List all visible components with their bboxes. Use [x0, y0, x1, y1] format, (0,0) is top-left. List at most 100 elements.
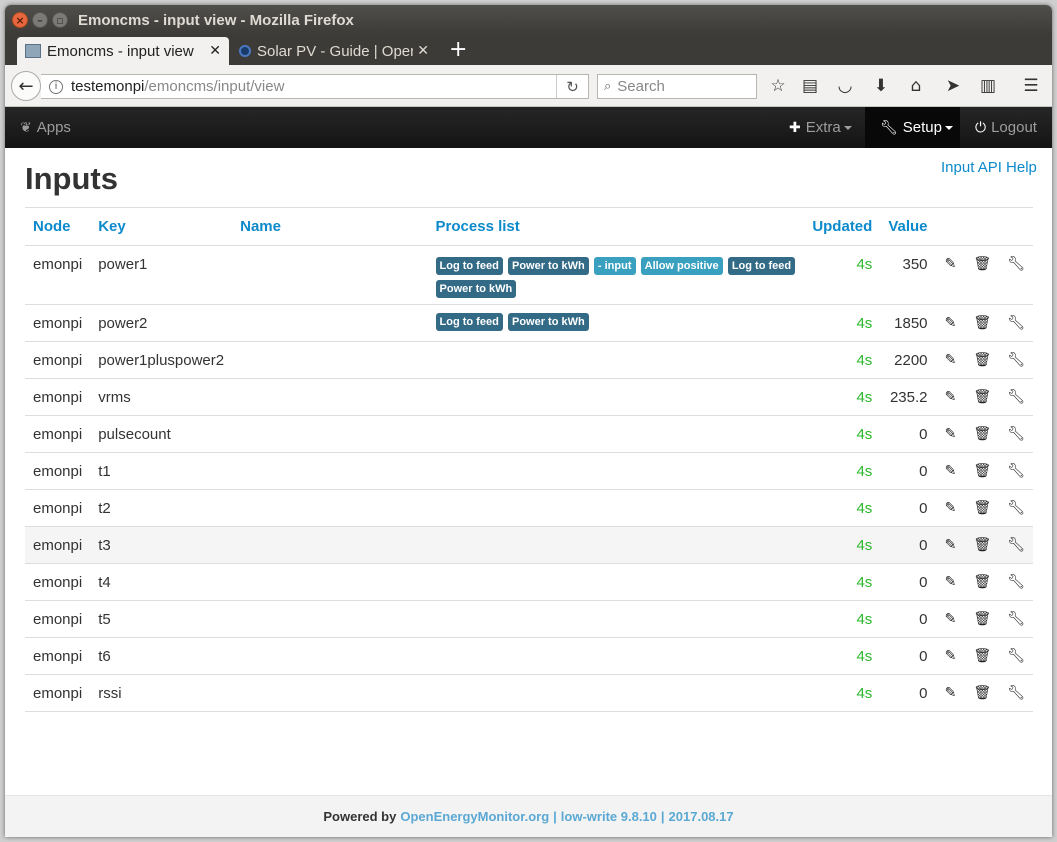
nav-apps[interactable]: ❦ Apps [20, 107, 71, 148]
cell-value: 0 [880, 563, 936, 601]
app-navbar: ❦ Apps ✚ Extra 🔧︎ Setup ⏻ Logout [5, 107, 1052, 148]
edit-pencil-icon[interactable]: ✎ [935, 378, 966, 416]
tab-close-icon[interactable]: ✕ [417, 43, 429, 59]
download-icon[interactable]: ⬇ [869, 75, 893, 97]
configure-wrench-icon[interactable]: 🔧︎ [999, 526, 1033, 564]
table-row[interactable]: emonpi power1 Log to feed Power to kWh - i… [25, 245, 1033, 305]
process-badge: Power to kWh [435, 280, 517, 298]
tab-close-icon[interactable]: ✕ [209, 43, 221, 59]
edit-pencil-icon[interactable]: ✎ [935, 526, 966, 564]
table-row[interactable]: emonpi rssi 4s 0 ✎ 🗑︎ 🔧︎ [25, 674, 1033, 712]
table-row[interactable]: emonpi vrms 4s 235.2 ✎ 🗑︎ 🔧︎ [25, 378, 1033, 416]
info-icon[interactable]: i [49, 79, 63, 94]
cell-value: 1850 [880, 304, 936, 342]
cell-node: emonpi [25, 600, 91, 638]
configure-wrench-icon[interactable]: 🔧︎ [999, 378, 1033, 416]
cell-node: emonpi [25, 378, 91, 416]
edit-pencil-icon[interactable]: ✎ [935, 563, 966, 601]
col-updated[interactable]: Updated [804, 207, 881, 246]
delete-trash-icon[interactable]: 🗑︎ [965, 341, 1000, 379]
window-maximize-button[interactable]: ▫ [52, 12, 68, 28]
back-button[interactable]: ← [11, 71, 41, 101]
delete-trash-icon[interactable]: 🗑︎ [965, 378, 1000, 416]
cell-process-list [427, 637, 805, 675]
new-tab-button[interactable]: + [449, 37, 467, 63]
delete-trash-icon[interactable]: 🗑︎ [965, 452, 1000, 490]
table-row[interactable]: emonpi t6 4s 0 ✎ 🗑︎ 🔧︎ [25, 637, 1033, 675]
delete-trash-icon[interactable]: 🗑︎ [965, 304, 1000, 342]
table-row[interactable]: emonpi t4 4s 0 ✎ 🗑︎ 🔧︎ [25, 563, 1033, 601]
configure-wrench-icon[interactable]: 🔧︎ [999, 489, 1033, 527]
extension-icon[interactable]: ▥ [976, 75, 1000, 97]
delete-trash-icon[interactable]: 🗑︎ [965, 415, 1000, 453]
configure-wrench-icon[interactable]: 🔧︎ [999, 415, 1033, 453]
table-row[interactable]: emonpi t5 4s 0 ✎ 🗑︎ 🔧︎ [25, 600, 1033, 638]
edit-pencil-icon[interactable]: ✎ [935, 304, 966, 342]
nav-extra-dropdown[interactable]: ✚ Extra [789, 107, 852, 148]
window-close-button[interactable]: × [12, 12, 28, 28]
configure-wrench-icon[interactable]: 🔧︎ [999, 563, 1033, 601]
search-input[interactable] [617, 78, 738, 95]
reading-list-icon[interactable]: ▤ [798, 75, 822, 97]
edit-pencil-icon[interactable]: ✎ [935, 489, 966, 527]
col-key[interactable]: Key [90, 207, 233, 246]
leaf-icon: ❦ [20, 119, 32, 136]
delete-trash-icon[interactable]: 🗑︎ [965, 489, 1000, 527]
nav-setup-dropdown[interactable]: 🔧︎ Setup [865, 107, 960, 148]
col-node[interactable]: Node [25, 207, 91, 246]
search-icon: ⌕ [604, 79, 612, 94]
delete-trash-icon[interactable]: 🗑︎ [965, 245, 1000, 305]
table-row[interactable]: emonpi pulsecount 4s 0 ✎ 🗑︎ 🔧︎ [25, 415, 1033, 453]
pocket-icon[interactable]: ◡ [833, 75, 857, 97]
delete-trash-icon[interactable]: 🗑︎ [965, 563, 1000, 601]
navigation-toolbar: ← i testemonpi/emoncms/input/view ↻ ⌕ ☆ … [5, 65, 1052, 107]
home-icon[interactable]: ⌂ [904, 75, 928, 97]
col-value[interactable]: Value [880, 207, 936, 246]
col-name[interactable]: Name [232, 207, 428, 246]
edit-pencil-icon[interactable]: ✎ [935, 245, 966, 305]
configure-wrench-icon[interactable]: 🔧︎ [999, 600, 1033, 638]
configure-wrench-icon[interactable]: 🔧︎ [999, 452, 1033, 490]
tab-solar-pv-guide[interactable]: Solar PV - Guide | OpenEnergyMonitor ✕ [231, 37, 437, 65]
window-minimize-button[interactable]: – [32, 12, 48, 28]
bookmark-star-icon[interactable]: ☆ [766, 75, 790, 97]
menu-icon[interactable]: ☰ [1019, 75, 1043, 97]
table-row[interactable]: emonpi t3 4s 0 ✎ 🗑︎ 🔧︎ [25, 526, 1033, 564]
delete-trash-icon[interactable]: 🗑︎ [965, 526, 1000, 564]
table-row[interactable]: emonpi power2 Log to feed Power to kWh 4s 1… [25, 304, 1033, 342]
configure-wrench-icon[interactable]: 🔧︎ [999, 637, 1033, 675]
edit-pencil-icon[interactable]: ✎ [935, 452, 966, 490]
col-process-list[interactable]: Process list [427, 207, 805, 246]
url-text[interactable]: testemonpi/emoncms/input/view [71, 78, 556, 95]
footer-link[interactable]: OpenEnergyMonitor.org [400, 809, 549, 824]
delete-trash-icon[interactable]: 🗑︎ [965, 674, 1000, 712]
search-box[interactable]: ⌕ [597, 74, 757, 99]
cell-key: t6 [90, 637, 233, 675]
cell-name [232, 526, 428, 564]
edit-pencil-icon[interactable]: ✎ [935, 600, 966, 638]
delete-trash-icon[interactable]: 🗑︎ [965, 637, 1000, 675]
edit-pencil-icon[interactable]: ✎ [935, 415, 966, 453]
edit-pencil-icon[interactable]: ✎ [935, 674, 966, 712]
process-badge: Log to feed [727, 257, 796, 275]
configure-wrench-icon[interactable]: 🔧︎ [999, 304, 1033, 342]
input-api-help-link[interactable]: Input API Help [941, 159, 1037, 176]
cell-key: rssi [90, 674, 233, 712]
configure-wrench-icon[interactable]: 🔧︎ [999, 674, 1033, 712]
process-badge: Log to feed [435, 257, 503, 275]
table-row[interactable]: emonpi power1pluspower2 4s 2200 ✎ 🗑︎ 🔧︎ [25, 341, 1033, 379]
reload-icon[interactable]: ↻ [556, 75, 588, 98]
edit-pencil-icon[interactable]: ✎ [935, 637, 966, 675]
nav-logout[interactable]: ⏻ Logout [975, 107, 1037, 148]
configure-wrench-icon[interactable]: 🔧︎ [999, 341, 1033, 379]
process-badge: Power to kWh [507, 312, 589, 331]
edit-pencil-icon[interactable]: ✎ [935, 341, 966, 379]
send-icon[interactable]: ➤ [941, 75, 965, 97]
configure-wrench-icon[interactable]: 🔧︎ [999, 245, 1033, 305]
footer: Powered by OpenEnergyMonitor.org | low-w… [5, 795, 1052, 837]
delete-trash-icon[interactable]: 🗑︎ [965, 600, 1000, 638]
table-row[interactable]: emonpi t1 4s 0 ✎ 🗑︎ 🔧︎ [25, 452, 1033, 490]
table-row[interactable]: emonpi t2 4s 0 ✎ 🗑︎ 🔧︎ [25, 489, 1033, 527]
tab-emoncms[interactable]: Emoncms - input view ✕ [17, 37, 229, 65]
url-bar[interactable]: i testemonpi/emoncms/input/view ↻ [41, 74, 589, 99]
